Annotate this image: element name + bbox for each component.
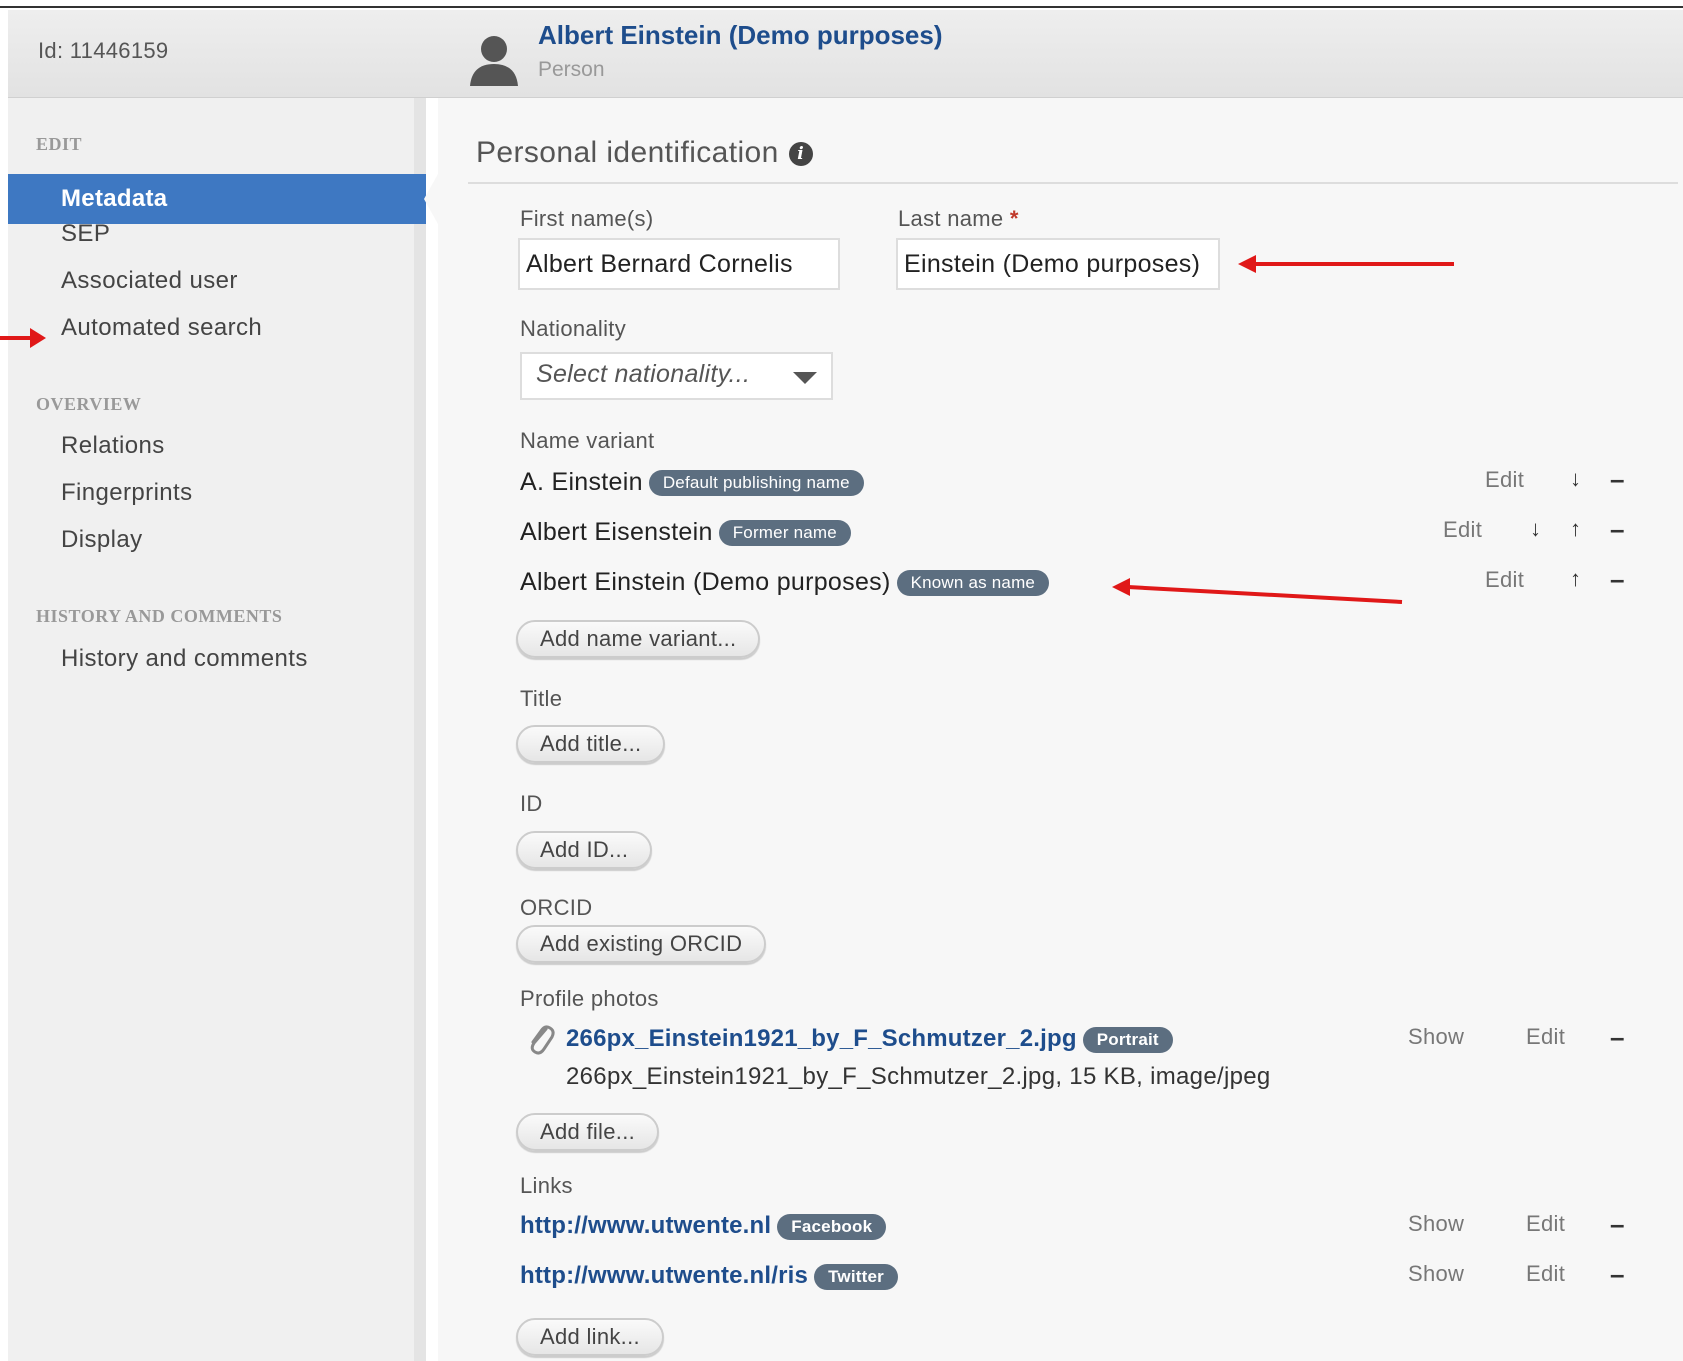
- record-type: Person: [538, 58, 605, 81]
- sidebar-section-history: HISTORY AND COMMENTS: [36, 606, 283, 626]
- id-label: ID: [520, 791, 543, 816]
- sidebar-item-history-comments[interactable]: History and comments: [61, 645, 308, 673]
- person-icon: [470, 36, 518, 86]
- name-variant-text: A. Einstein: [520, 468, 643, 496]
- link-url[interactable]: http://www.utwente.nl/ris: [520, 1262, 808, 1289]
- last-name-input[interactable]: [896, 238, 1220, 290]
- add-title-button[interactable]: Add title...: [516, 725, 666, 763]
- link-row: http://www.utwente.nl Facebook: [520, 1212, 887, 1240]
- section-title-text: Personal identification: [476, 136, 779, 169]
- last-name-label: Last name *: [898, 206, 1019, 232]
- remove-icon[interactable]: –: [1610, 464, 1624, 495]
- info-icon[interactable]: i: [788, 142, 813, 167]
- show-button[interactable]: Show: [1408, 1024, 1464, 1050]
- link-badge: Facebook: [777, 1213, 887, 1240]
- record-id: Id: 11446159: [38, 38, 169, 63]
- remove-icon[interactable]: –: [1610, 1259, 1624, 1290]
- move-down-icon[interactable]: ↓: [1570, 466, 1581, 492]
- sidebar-item-relations[interactable]: Relations: [61, 432, 165, 460]
- sidebar-item-sep[interactable]: SEP: [61, 220, 110, 248]
- sidebar-section-edit: EDIT: [36, 134, 83, 154]
- first-name-input[interactable]: [518, 238, 840, 290]
- sidebar-item-automated-search[interactable]: Automated search: [61, 314, 262, 342]
- profile-photo-meta: 266px_Einstein1921_by_F_Schmutzer_2.jpg,…: [566, 1063, 1271, 1090]
- add-link-button[interactable]: Add link...: [516, 1318, 664, 1356]
- last-name-label-text: Last name: [898, 206, 1004, 231]
- name-variant-badge: Known as name: [896, 570, 1050, 597]
- move-down-icon[interactable]: ↓: [1530, 516, 1541, 542]
- move-up-icon[interactable]: ↑: [1570, 566, 1581, 592]
- edit-button[interactable]: Edit: [1526, 1211, 1565, 1237]
- edit-button[interactable]: Edit: [1526, 1261, 1565, 1287]
- name-variant-row: Albert Eisenstein Former name: [520, 518, 851, 547]
- nationality-select[interactable]: Select nationality...: [520, 352, 833, 400]
- main-content: Personal identification i First name(s) L…: [438, 98, 1683, 1361]
- orcid-label: ORCID: [520, 895, 593, 920]
- nationality-placeholder: Select nationality...: [536, 360, 751, 388]
- name-variant-row: Albert Einstein (Demo purposes) Known as …: [520, 568, 1050, 597]
- name-variant-text: Albert Einstein (Demo purposes): [520, 568, 891, 596]
- edit-button[interactable]: Edit: [1526, 1024, 1565, 1050]
- title-label: Title: [520, 686, 563, 711]
- photo-badge: Portrait: [1082, 1026, 1173, 1053]
- show-button[interactable]: Show: [1408, 1211, 1464, 1237]
- sidebar-item-display[interactable]: Display: [61, 526, 143, 554]
- first-name-label: First name(s): [520, 206, 654, 231]
- name-variant-badge: Former name: [718, 520, 851, 547]
- links-label: Links: [520, 1173, 573, 1198]
- required-marker: *: [1009, 206, 1019, 231]
- paperclip-icon: [530, 1025, 555, 1055]
- sidebar-item-fingerprints[interactable]: Fingerprints: [61, 479, 193, 507]
- add-name-variant-button[interactable]: Add name variant...: [516, 620, 761, 658]
- name-variant-label: Name variant: [520, 428, 655, 453]
- edit-button[interactable]: Edit: [1443, 517, 1482, 543]
- name-variant-badge: Default publishing name: [648, 470, 864, 497]
- add-id-button[interactable]: Add ID...: [516, 831, 653, 869]
- chevron-down-icon: [793, 372, 817, 384]
- name-variant-row: A. Einstein Default publishing name: [520, 468, 864, 497]
- page-header: Id: 11446159 Albert Einstein (Demo purpo…: [8, 10, 1683, 98]
- edit-button[interactable]: Edit: [1485, 467, 1524, 493]
- sidebar-item-associated-user[interactable]: Associated user: [61, 267, 238, 295]
- link-badge: Twitter: [814, 1263, 898, 1290]
- link-row: http://www.utwente.nl/ris Twitter: [520, 1262, 898, 1290]
- remove-icon[interactable]: –: [1610, 1209, 1624, 1240]
- section-divider: [468, 182, 1678, 184]
- sidebar-item-metadata[interactable]: Metadata: [8, 174, 438, 224]
- add-orcid-button[interactable]: Add existing ORCID: [516, 925, 767, 963]
- window-top-border: [0, 0, 1683, 8]
- remove-icon[interactable]: –: [1610, 564, 1624, 595]
- annotation-arrow-known-as: [1112, 578, 1403, 604]
- move-up-icon[interactable]: ↑: [1570, 516, 1581, 542]
- person-name-title[interactable]: Albert Einstein (Demo purposes): [538, 20, 943, 51]
- profile-photo-link[interactable]: 266px_Einstein1921_by_F_Schmutzer_2.jpg: [566, 1025, 1077, 1052]
- add-file-button[interactable]: Add file...: [516, 1113, 660, 1151]
- remove-icon[interactable]: –: [1610, 514, 1624, 545]
- show-button[interactable]: Show: [1408, 1261, 1464, 1287]
- link-url[interactable]: http://www.utwente.nl: [520, 1212, 771, 1239]
- edit-button[interactable]: Edit: [1485, 567, 1524, 593]
- profile-photo-file: 266px_Einstein1921_by_F_Schmutzer_2.jpg P…: [566, 1025, 1173, 1053]
- annotation-arrow-sidebar: [0, 328, 46, 348]
- sidebar-section-overview: OVERVIEW: [36, 394, 142, 414]
- section-title: Personal identification i: [476, 136, 813, 170]
- name-variant-text: Albert Eisenstein: [520, 518, 713, 546]
- annotation-arrow-last-name: [1238, 255, 1454, 273]
- remove-icon[interactable]: –: [1610, 1022, 1624, 1053]
- sidebar: EDIT Metadata SEP Associated user Automa…: [8, 98, 438, 1361]
- profile-photos-label: Profile photos: [520, 986, 659, 1011]
- nationality-label: Nationality: [520, 316, 627, 341]
